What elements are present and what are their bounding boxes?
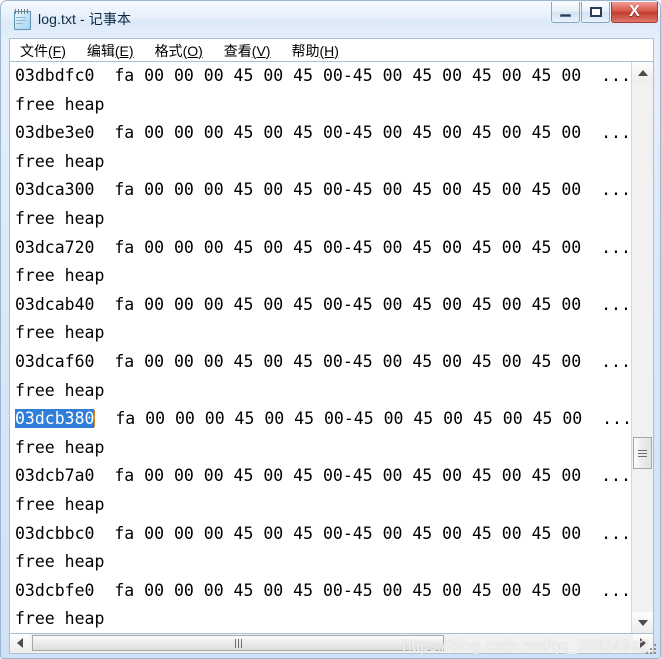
- hex-address: 03dcaf60: [15, 351, 95, 371]
- menu-item-2[interactable]: 格式(O): [153, 40, 205, 62]
- menu-item-label: 查看: [223, 42, 252, 59]
- hex-bytes: fa 00 00 00 45 00 45 00-45 00 45 00 45 0…: [94, 123, 631, 143]
- maximize-icon: [589, 7, 602, 17]
- hex-address: 03dbe3e0: [15, 123, 95, 143]
- chevron-down-icon: [637, 619, 648, 626]
- text-line-free-heap: free heap: [15, 609, 105, 629]
- text-line-free-heap: free heap: [15, 208, 105, 228]
- hex-bytes: fa 00 00 00 45 00 45 00-45 00 45 00 45 0…: [94, 466, 631, 486]
- vertical-scroll-thumb[interactable]: [633, 437, 652, 469]
- scroll-down-button[interactable]: [632, 612, 653, 633]
- menu-item-3[interactable]: 查看(V): [222, 40, 273, 62]
- hex-address: 03dcb7a0: [15, 466, 95, 486]
- menu-item-label: 帮助: [291, 42, 320, 59]
- menu-item-label: 编辑: [86, 42, 115, 59]
- grip-icon: [638, 449, 647, 457]
- hex-bytes: fa 00 00 00 45 00 45 00-45 00 45 00 45 0…: [94, 294, 631, 314]
- menu-item-label: 格式: [154, 42, 183, 59]
- scroll-left-button[interactable]: [10, 634, 30, 652]
- hex-address: 03dcbbc0: [15, 523, 95, 543]
- scroll-up-button[interactable]: [632, 62, 653, 83]
- title-bar[interactable]: log.txt - 记事本 X: [1, 1, 660, 37]
- hex-bytes: fa 00 00 00 45 00 45 00-45 00 45 00 45 0…: [94, 523, 631, 543]
- window-title: log.txt - 记事本: [38, 11, 132, 27]
- text-line-hex-dump: 03dcb380 fa 00 00 00 45 00 45 00-45 00 4…: [15, 405, 632, 434]
- text-line-hex-dump: 03dcb7a0 fa 00 00 00 45 00 45 00-45 00 4…: [15, 462, 632, 491]
- notepad-icon: [13, 9, 31, 30]
- text-line-hex-dump: 03dbdfc0 fa 00 00 00 45 00 45 00-45 00 4…: [15, 62, 632, 91]
- text-line-hex-dump: 03dcbbc0 fa 00 00 00 45 00 45 00-45 00 4…: [15, 520, 632, 549]
- text-line-hex-dump: 03dcbfe0 fa 00 00 00 45 00 45 00-45 00 4…: [15, 577, 632, 606]
- vertical-scrollbar[interactable]: [631, 62, 653, 633]
- notepad-window: log.txt - 记事本 X 文件(F) 编辑(E) 格式(O) 查看(V) 帮助(H…: [0, 0, 661, 659]
- hex-address: 03dcab40: [15, 294, 95, 314]
- menu-item-4[interactable]: 帮助(H): [289, 40, 340, 62]
- text-line-free-heap: free heap: [15, 151, 105, 171]
- menu-item-accelerator: (O): [182, 42, 203, 59]
- menu-item-accelerator: (E): [114, 42, 134, 59]
- hex-bytes: fa 00 00 00 45 00 45 00-45 00 45 00 45 0…: [94, 580, 631, 600]
- minimize-icon: [560, 13, 571, 17]
- text-line-free-heap: free heap: [15, 494, 105, 514]
- horizontal-scroll-thumb[interactable]: [32, 635, 444, 651]
- chevron-left-icon: [17, 638, 23, 648]
- hex-bytes: fa 00 00 00 45 00 45 00-45 00 45 00 45 0…: [94, 237, 631, 257]
- grip-icon: [234, 638, 242, 648]
- horizontal-scrollbar[interactable]: [9, 634, 654, 654]
- text-line-hex-dump: 03dca720 fa 00 00 00 45 00 45 00-45 00 4…: [15, 234, 632, 263]
- menu-item-1[interactable]: 编辑(E): [85, 40, 136, 62]
- hex-address: 03dca720: [15, 237, 95, 257]
- text-line-free-heap: free heap: [15, 266, 105, 286]
- hex-bytes: fa 00 00 00 45 00 45 00-45 00 45 00 45 0…: [95, 409, 632, 429]
- hex-address: 03dca300: [15, 180, 95, 200]
- text-line-hex-dump: 03dcab40 fa 00 00 00 45 00 45 00-45 00 4…: [15, 291, 632, 320]
- chevron-up-icon: [637, 69, 648, 76]
- text-line-hex-dump: 03dbe3e0 fa 00 00 00 45 00 45 00-45 00 4…: [15, 119, 632, 148]
- menu-item-label: 文件: [20, 42, 48, 59]
- close-icon: X: [629, 3, 640, 20]
- close-button[interactable]: X: [611, 2, 658, 23]
- menu-item-accelerator: (H): [319, 42, 339, 59]
- title-bar-left: log.txt - 记事本: [13, 7, 131, 31]
- menu-item-0[interactable]: 文件(F): [18, 40, 68, 62]
- menu-item-accelerator: (V): [251, 42, 271, 59]
- menu-bar: 文件(F) 编辑(E) 格式(O) 查看(V) 帮助(H): [9, 38, 654, 62]
- text-line-hex-dump: 03dca300 fa 00 00 00 45 00 45 00-45 00 4…: [15, 176, 632, 205]
- text-line-hex-dump: 03dcaf60 fa 00 00 00 45 00 45 00-45 00 4…: [15, 348, 632, 377]
- editor-client-area: 03dbdfc0 fa 00 00 00 45 00 45 00-45 00 4…: [9, 61, 654, 634]
- menu-item-accelerator: (F): [48, 42, 66, 59]
- text-editor[interactable]: 03dbdfc0 fa 00 00 00 45 00 45 00-45 00 4…: [10, 62, 632, 633]
- resize-grip[interactable]: [645, 644, 657, 656]
- minimize-button[interactable]: [551, 2, 580, 23]
- hex-bytes: fa 00 00 00 45 00 45 00-45 00 45 00 45 0…: [94, 66, 631, 85]
- text-line-free-heap: free heap: [15, 380, 105, 400]
- hex-bytes: fa 00 00 00 45 00 45 00-45 00 45 00 45 0…: [94, 180, 631, 200]
- text-line-free-heap: free heap: [15, 552, 105, 572]
- hex-bytes: fa 00 00 00 45 00 45 00-45 00 45 00 45 0…: [94, 351, 631, 371]
- hex-address: 03dbdfc0: [15, 66, 95, 85]
- maximize-button[interactable]: [581, 2, 610, 23]
- text-line-free-heap: free heap: [15, 437, 105, 457]
- text-line-free-heap: free heap: [15, 94, 105, 114]
- text-line-free-heap: free heap: [15, 323, 105, 343]
- hex-address: 03dcbfe0: [15, 580, 95, 600]
- hex-address-selected: 03dcb380: [15, 409, 95, 429]
- caption-buttons: X: [550, 2, 658, 24]
